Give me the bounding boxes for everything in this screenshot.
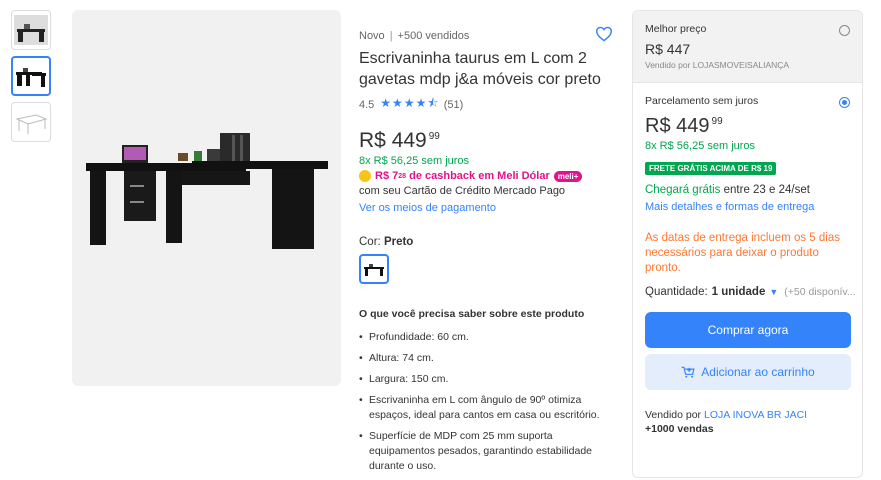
cashback-text: de cashback em Meli Dólar (409, 170, 550, 182)
seller-name-link[interactable]: LOJA INOVA BR JACI (704, 409, 807, 421)
rating-value: 4.5 (359, 98, 375, 111)
best-price-option[interactable]: Melhor preço R$ 447 Vendido por LOJASMOV… (633, 11, 862, 83)
free-shipping-badge: FRETE GRÁTIS ACIMA DE R$ 19 (645, 162, 777, 175)
cart-icon (681, 366, 695, 378)
color-label: Cor: Preto (359, 236, 414, 248)
price-integer: 449 (391, 129, 427, 152)
review-count: (51) (443, 98, 464, 111)
feature-item: Altura: 74 cm. (359, 351, 619, 366)
best-price-value: R$ 447 (645, 41, 691, 57)
quantity-available: (+50 disponív... (784, 286, 856, 298)
rating-row[interactable]: 4.5 ★★★★⯪ (51) (359, 94, 619, 115)
installment-label: Parcelamento sem juros (645, 95, 759, 107)
add-to-cart-button[interactable]: Adicionar ao carrinho (645, 354, 851, 390)
thumbnail-1[interactable] (11, 10, 51, 50)
price-cents: 99 (428, 131, 440, 142)
card-text: com seu Cartão de Crédito Mercado Pago (359, 185, 566, 197)
best-price-label: Melhor preço (645, 23, 707, 35)
sold-count: +500 vendidos (397, 30, 470, 42)
condition-label: Novo (359, 30, 385, 42)
delivery-details-link[interactable]: Mais detalhes e formas de entrega (645, 201, 850, 213)
installment-text: 8x R$ 56,25 sem juros (645, 140, 756, 152)
star-icon: ★★★★⯪ (380, 96, 440, 110)
coin-icon (359, 170, 371, 182)
thumbnail-2[interactable] (11, 56, 51, 96)
feature-item: Superfície de MDP com 25 mm suporta equi… (359, 429, 619, 474)
color-swatch-preto[interactable] (359, 254, 389, 284)
buy-now-button[interactable]: Comprar agora (645, 312, 851, 348)
thumbnail-gallery (11, 10, 51, 148)
seller-sales: +1000 vendas (645, 423, 714, 435)
buy-box: Melhor preço R$ 447 Vendido por LOJASMOV… (632, 10, 863, 478)
quantity-selector[interactable]: Quantidade: 1 unidade ▼ (+50 disponív... (645, 286, 856, 298)
color-value: Preto (383, 236, 414, 248)
cashback-cents: 28 (398, 172, 407, 180)
price: R$ 449 99 (359, 129, 619, 153)
feature-item: Escrivaninha em L com ângulo de 90º otim… (359, 393, 619, 423)
delivery-info: Chegará grátis entre 23 e 24/set (645, 184, 810, 196)
feature-item: Largura: 150 cm. (359, 372, 619, 387)
chevron-down-icon: ▼ (769, 287, 779, 297)
meli-plus-badge: meli+ (553, 170, 583, 182)
cashback-row: R$ 7 28 de cashback em Meli Dólar meli+ (359, 170, 619, 182)
product-info: Novo | +500 vendidos Escrivaninha taurus e… (359, 10, 619, 480)
product-title: Escrivaninha taurus em L com 2 gavetas m… (359, 50, 601, 88)
best-price-radio[interactable] (839, 25, 850, 36)
installment-option: Parcelamento sem juros R$ 449 99 8x R$ 56… (633, 83, 862, 448)
price-currency: R$ (359, 129, 386, 152)
feature-item: Profundidade: 60 cm. (359, 330, 619, 345)
installments: 8x R$ 56,25 sem juros (359, 155, 470, 167)
best-price-seller: Vendido por LOJASMOVEISALIANÇA (645, 60, 790, 70)
thumbnail-3[interactable] (11, 102, 51, 142)
product-meta: Novo | +500 vendidos (359, 30, 470, 42)
installment-price: R$ 449 99 (645, 115, 723, 137)
payment-methods-link[interactable]: Ver os meios de pagamento (359, 202, 619, 214)
main-product-image[interactable] (72, 10, 341, 386)
feature-list: Profundidade: 60 cm. Altura: 74 cm. Larg… (359, 330, 619, 474)
quantity-value: 1 unidade (711, 286, 766, 298)
know-title: O que você precisa saber sobre este prod… (359, 308, 585, 320)
cashback-amount: R$ 7 (375, 170, 399, 182)
installment-radio[interactable] (839, 97, 850, 108)
delivery-notice: As datas de entrega incluem os 5 dias ne… (645, 232, 840, 274)
seller-info: Vendido por LOJA INOVA BR JACI +1000 ven… (645, 409, 808, 435)
heart-icon[interactable] (595, 26, 613, 47)
